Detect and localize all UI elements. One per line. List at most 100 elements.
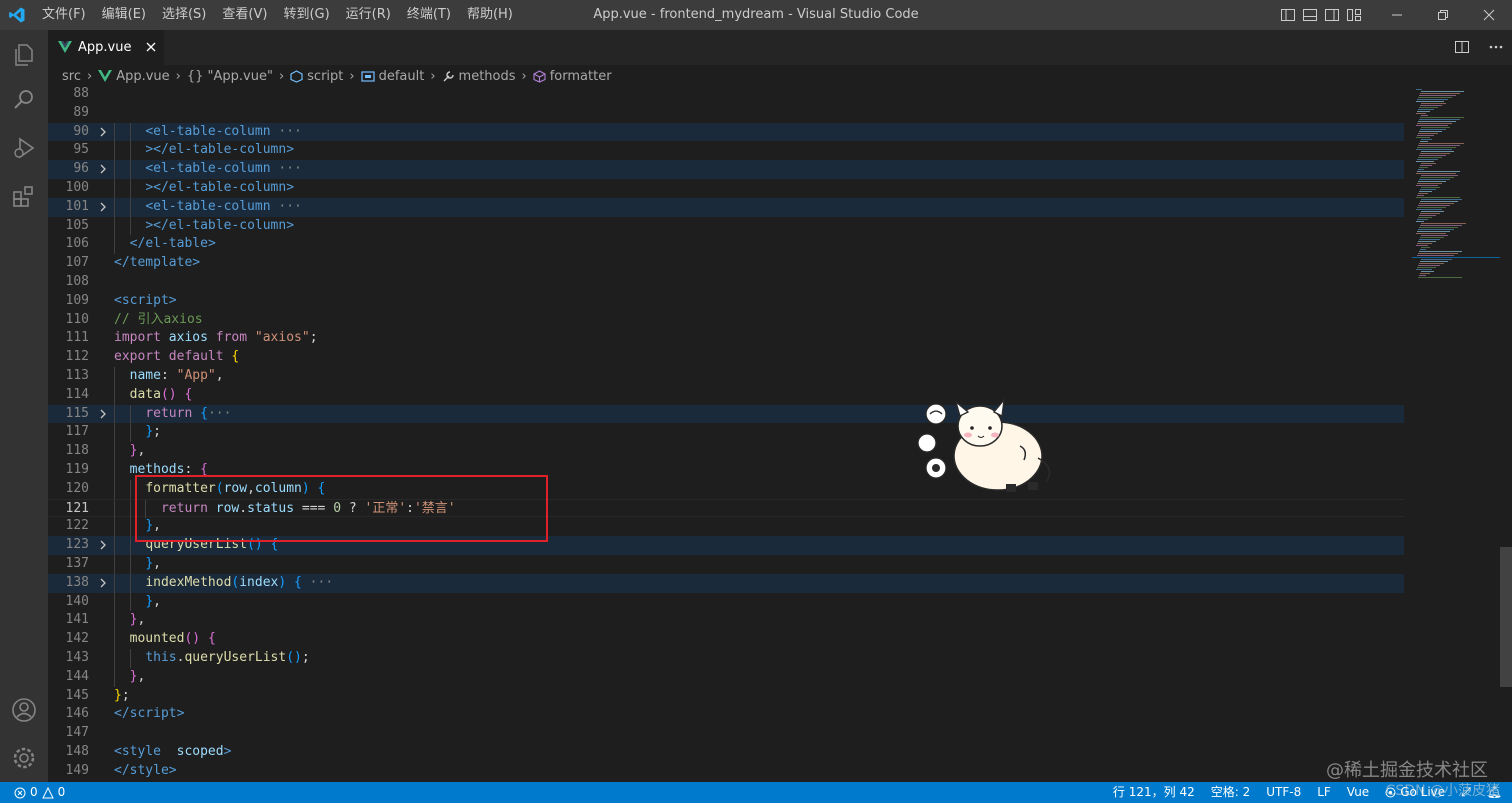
code-line[interactable]: 100 ></el-table-column> (48, 179, 1404, 198)
code-line[interactable]: 108 (48, 273, 1404, 292)
code-line[interactable]: 113 name: "App", (48, 367, 1404, 386)
code-line[interactable]: 137 }, (48, 555, 1404, 574)
problems-indicator[interactable]: 0 0 (14, 782, 65, 803)
editor-tab-bar: App.vue (48, 30, 1512, 65)
code-line[interactable]: 95 ></el-table-column> (48, 141, 1404, 161)
close-tab-icon[interactable] (144, 40, 158, 54)
fold-chevron-icon[interactable] (98, 578, 108, 588)
fold-chevron-icon[interactable] (98, 202, 108, 212)
tab-app-vue[interactable]: App.vue (48, 30, 164, 65)
menu-item[interactable]: 转到(G) (275, 0, 337, 30)
breadcrumb-item[interactable]: src (62, 69, 81, 84)
restore-icon[interactable] (1420, 0, 1466, 30)
menu-item[interactable]: 文件(F) (34, 0, 94, 30)
code-line[interactable]: 111 import axios from "axios"; (48, 329, 1404, 348)
code-line[interactable]: 114 data() { (48, 385, 1404, 405)
line-number: 90 (73, 123, 89, 139)
settings-gear-icon[interactable] (10, 744, 38, 772)
fold-chevron-icon[interactable] (98, 409, 108, 419)
code-line[interactable]: 140 }, (48, 592, 1404, 612)
breadcrumb-item[interactable]: {} "App.vue" (187, 69, 273, 84)
code-line[interactable]: 107 </template> (48, 254, 1404, 273)
encoding[interactable]: UTF-8 (1266, 782, 1301, 803)
menu-item[interactable]: 编辑(E) (94, 0, 154, 30)
extensions-icon[interactable] (10, 182, 38, 210)
explorer-icon[interactable] (10, 40, 38, 68)
menu-item[interactable]: 帮助(H) (459, 0, 521, 30)
account-icon[interactable] (10, 696, 38, 724)
code-line[interactable]: 115 return {··· (48, 404, 1404, 424)
code-text: }, (129, 443, 146, 459)
code-line[interactable]: 90 <el-table-column ··· (48, 122, 1404, 142)
breadcrumb-item[interactable]: default (360, 69, 424, 84)
line-number: 112 (65, 349, 89, 365)
end-of-line[interactable]: LF (1317, 782, 1331, 803)
split-editor-icon[interactable] (1454, 39, 1470, 55)
code-line[interactable]: 148 <style scoped> (48, 743, 1404, 762)
close-window-icon[interactable] (1466, 0, 1512, 30)
code-line[interactable]: 96 <el-table-column ··· (48, 160, 1404, 179)
menu-item[interactable]: 终端(T) (399, 0, 459, 30)
language-mode[interactable]: Vue (1347, 782, 1369, 803)
toggle-secondary-sidebar-icon[interactable] (1324, 7, 1340, 23)
more-actions-icon[interactable] (1488, 39, 1504, 55)
line-number: 142 (65, 631, 89, 647)
customize-layout-icon[interactable] (1346, 7, 1362, 23)
code-line[interactable]: 117 }; (48, 423, 1404, 443)
code-line[interactable]: 110 // 引入axios (48, 311, 1404, 330)
code-line[interactable]: 109 <script> (48, 292, 1404, 311)
breadcrumb-item[interactable]: script (290, 69, 343, 84)
fold-chevron-icon[interactable] (98, 540, 108, 550)
chevron-right-icon: › (86, 68, 93, 84)
cursor-position[interactable]: 行 121，列 42 (1113, 782, 1195, 803)
line-number: 101 (65, 198, 89, 214)
chevron-right-icon: › (349, 68, 355, 84)
code-line[interactable]: 142 mounted() { (48, 630, 1404, 649)
breadcrumb-item[interactable]: App.vue (98, 69, 170, 84)
code-line[interactable]: 143 this.queryUserList(); (48, 649, 1404, 668)
line-number: 119 (65, 462, 89, 477)
code-line[interactable]: 112 export default { (48, 348, 1404, 367)
code-line[interactable]: 145}; (48, 687, 1404, 706)
alpaca-sticker-image (917, 397, 1051, 492)
menu-item[interactable]: 选择(S) (154, 0, 214, 30)
minimap[interactable] (1412, 87, 1500, 782)
warning-count: 0 (57, 785, 66, 799)
line-number: 105 (65, 217, 89, 233)
line-number: 111 (65, 330, 89, 346)
code-line[interactable]: 88 (48, 87, 1404, 104)
code-line[interactable]: 89 (48, 104, 1404, 123)
code-text: ></el-table-column> (145, 217, 295, 233)
chevron-right-icon: › (278, 68, 285, 84)
code-line[interactable]: 144 }, (48, 667, 1404, 687)
code-line[interactable]: 146 </script> (48, 705, 1404, 724)
toggle-sidebar-icon[interactable] (1280, 7, 1296, 23)
breadcrumb-item[interactable]: formatter (533, 69, 612, 84)
minimize-icon[interactable] (1374, 0, 1420, 30)
scrollbar-thumb[interactable] (1500, 547, 1512, 687)
code-line[interactable]: 118 }, (48, 442, 1404, 461)
indentation[interactable]: 空格: 2 (1211, 782, 1251, 803)
search-icon[interactable] (10, 86, 38, 114)
code-line[interactable]: 147 (48, 724, 1404, 743)
code-text: <el-table-column ··· (145, 198, 302, 214)
fold-chevron-icon[interactable] (98, 127, 108, 137)
menu-item[interactable]: 查看(V) (214, 0, 275, 30)
line-number: 96 (73, 161, 89, 177)
code-line[interactable]: 106 </el-table> (48, 235, 1404, 255)
line-number: 148 (65, 744, 89, 759)
code-line[interactable]: 149 </style> (48, 762, 1404, 781)
menu-item[interactable]: 运行(R) (338, 0, 399, 30)
window-controls (1374, 0, 1512, 30)
wrench-icon (443, 70, 454, 81)
code-line[interactable]: 105 ></el-table-column> (48, 216, 1404, 236)
code-line[interactable]: 138 indexMethod(index) { ··· (48, 573, 1404, 593)
run-debug-icon[interactable] (10, 134, 38, 162)
fold-chevron-icon[interactable] (98, 164, 108, 174)
code-line[interactable]: 141 }, (48, 611, 1404, 631)
code-editor[interactable]: 88 89 90 <el-table-column ··· 95 ></el-tabl… (48, 87, 1500, 782)
toggle-panel-icon[interactable] (1302, 7, 1318, 23)
code-line[interactable]: 101 <el-table-column ··· (48, 197, 1404, 217)
breadcrumb-item[interactable]: methods (442, 69, 516, 84)
vertical-scrollbar[interactable] (1500, 87, 1512, 782)
